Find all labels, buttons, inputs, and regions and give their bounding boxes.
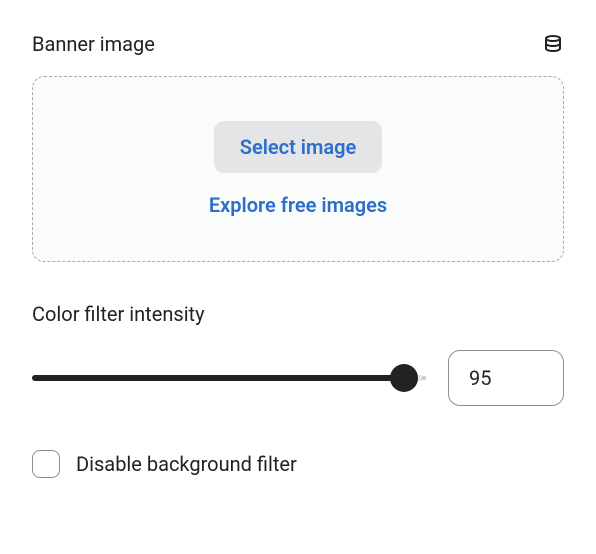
banner-image-section: Banner image Select image Explore free i… (32, 32, 564, 262)
select-image-button[interactable]: Select image (214, 121, 383, 173)
color-filter-section: Color filter intensity Disable backgroun… (32, 302, 564, 478)
database-icon[interactable] (542, 33, 564, 55)
intensity-label: Color filter intensity (32, 302, 205, 326)
disable-filter-label[interactable]: Disable background filter (76, 452, 297, 476)
intensity-input[interactable] (448, 350, 564, 406)
slider-thumb[interactable] (390, 364, 418, 392)
image-dropzone[interactable]: Select image Explore free images (32, 76, 564, 262)
banner-header: Banner image (32, 32, 564, 56)
slider-fill (32, 375, 404, 381)
intensity-slider[interactable] (32, 362, 424, 394)
slider-tick (422, 376, 426, 380)
explore-free-images-link[interactable]: Explore free images (209, 193, 387, 217)
banner-label: Banner image (32, 32, 155, 56)
intensity-row (32, 350, 564, 406)
disable-filter-checkbox[interactable] (32, 450, 60, 478)
disable-filter-row: Disable background filter (32, 450, 564, 478)
